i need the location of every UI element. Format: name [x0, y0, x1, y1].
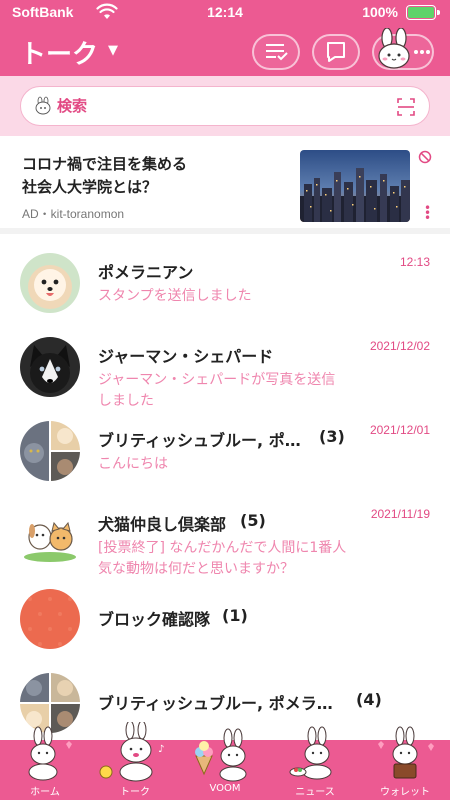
group-avatar — [20, 421, 80, 481]
home-bunny-icon — [28, 726, 72, 781]
member-count: (4) — [356, 690, 382, 709]
chat-item[interactable]: ポメラニアン スタンプを送信しました 12:13 — [0, 240, 450, 324]
battery-fill — [408, 7, 434, 18]
dog-cat-sticker-avatar — [20, 505, 80, 565]
chat-name: ジャーマン・シェパード — [98, 347, 274, 366]
avatar — [20, 253, 80, 313]
page-title[interactable]: トーク — [20, 34, 98, 71]
chat-preview: [投票終了] なんだかんだで人間に1番人気な動物は何だと思いますか？ — [98, 540, 347, 577]
city-night-image — [300, 150, 410, 222]
tab-label: ホーム — [30, 787, 60, 798]
chevron-down-icon[interactable]: ▼ — [108, 43, 118, 58]
search-area — [0, 76, 450, 136]
wallet-bunny-icon — [378, 726, 434, 779]
new-chat-icon — [327, 42, 345, 62]
header: トーク ▼ — [0, 26, 450, 76]
ad-image[interactable] — [300, 150, 410, 222]
chat-preview: こんにちは — [98, 456, 168, 472]
orange-pattern-avatar — [20, 589, 80, 649]
sort-button[interactable] — [252, 34, 300, 70]
chat-item[interactable]: ブリティッシュブルー, ポ… (3) こんにちは 2021/12/01 — [0, 408, 450, 492]
ad-title: コロナ禍で注目を集める 社会人大学院とは？ — [22, 153, 282, 199]
tab-bar: ホーム ♪ トーク VOOM ニュース ウォレット — [0, 722, 450, 800]
new-chat-button[interactable] — [312, 34, 360, 70]
news-bunny-icon — [289, 726, 332, 780]
talk-bunny-icon: ♪ — [99, 722, 164, 782]
husky-avatar — [20, 337, 80, 397]
chat-time: 2021/11/19 — [370, 507, 430, 521]
chat-time: 2021/12/01 — [369, 423, 430, 437]
pomeranian-avatar — [20, 253, 80, 313]
chat-name: ブリティッシュブルー, ポメラ… — [98, 694, 333, 713]
tab-label: トーク — [120, 787, 150, 798]
chat-preview: ジャーマン・シェパードが写真を送信しました — [98, 372, 336, 409]
member-count: (5) — [240, 511, 266, 530]
tab-talk[interactable]: ♪ トーク — [90, 722, 180, 800]
sort-list-icon — [266, 44, 288, 61]
tab-news[interactable]: ニュース — [270, 726, 360, 800]
member-count: (1) — [222, 606, 248, 625]
voom-bunny-icon — [195, 728, 247, 782]
group-avatar — [20, 505, 80, 565]
battery-icon — [406, 5, 440, 20]
ad-title-line: コロナ禍で注目を集める — [22, 155, 188, 173]
chat-item[interactable]: ブロック確認隊 (1) — [0, 576, 450, 660]
tab-label: ニュース — [295, 787, 335, 798]
chat-preview: スタンプを送信しました — [98, 288, 252, 304]
bunny-mascot-icon — [378, 28, 410, 69]
search-bar[interactable] — [20, 86, 430, 126]
ad-sponsor: AD・kit-toranomon — [22, 207, 125, 221]
hide-ad-icon[interactable] — [418, 150, 432, 164]
chat-time: 2021/12/02 — [369, 339, 430, 353]
qr-scan-icon[interactable] — [397, 98, 415, 116]
chat-time: 12:13 — [399, 255, 430, 269]
tab-label: ウォレット — [380, 787, 430, 798]
chat-name: ポメラニアン — [98, 263, 194, 282]
search-bunny-icon — [35, 96, 51, 115]
chat-item[interactable]: ジャーマン・シェパード ジャーマン・シェパードが写真を送信しました 2021/1… — [0, 324, 450, 409]
ad-title-line: 社会人大学院とは？ — [22, 178, 158, 196]
ad-banner[interactable]: コロナ禍で注目を集める 社会人大学院とは？ AD・kit-toranomon •… — [0, 136, 450, 234]
tab-voom[interactable]: VOOM — [180, 728, 270, 800]
svg-text:♪: ♪ — [158, 744, 164, 755]
tab-label: VOOM — [209, 783, 241, 794]
search-input[interactable] — [57, 95, 357, 117]
status-bar: SoftBank 12:14 100% — [0, 0, 450, 26]
avatar — [20, 337, 80, 397]
battery-percent: 100% — [362, 4, 398, 20]
tab-home[interactable]: ホーム — [0, 726, 90, 800]
member-count: (3) — [319, 427, 345, 446]
tab-wallet[interactable]: ウォレット — [360, 726, 450, 800]
chat-item[interactable]: 犬猫仲良し倶楽部 (5) [投票終了] なんだかんだで人間に1番人気な動物は何だ… — [0, 492, 450, 577]
ad-kebab-icon[interactable]: • • • — [424, 202, 431, 224]
group-collage-avatar — [20, 421, 80, 481]
chat-name: ブリティッシュブルー, ポ… — [98, 431, 301, 450]
group-avatar — [20, 589, 80, 649]
chat-name: 犬猫仲良し倶楽部 — [98, 515, 227, 534]
chat-name: ブロック確認隊 — [98, 610, 211, 629]
